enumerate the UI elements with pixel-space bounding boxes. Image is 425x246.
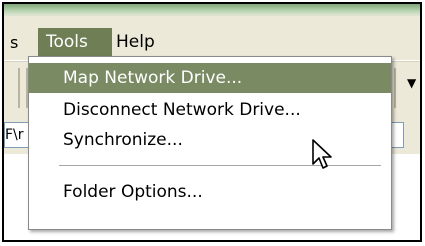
menu-item-synchronize[interactable]: Synchronize... [29,125,391,155]
menu-tools[interactable]: Tools [38,28,112,56]
toolbar-separator-right [394,68,396,108]
menu-item-label: Disconnect Network Drive... [63,100,301,120]
menu-item-label: Map Network Drive... [63,68,243,88]
menu-item-map-network-drive[interactable]: Map Network Drive... [29,63,391,93]
menu-item-label: Folder Options... [63,182,203,202]
views-dropdown-arrow-icon[interactable]: ▼ [407,76,416,90]
menu-help[interactable]: Help [108,28,163,56]
mouse-cursor-icon [312,139,332,169]
menu-item-disconnect-network-drive[interactable]: Disconnect Network Drive... [29,95,391,125]
address-text: F\r [5,127,24,143]
menu-item-folder-options[interactable]: Folder Options... [29,177,391,207]
menu-bar: s Tools Help [4,16,420,61]
title-bar-strip [4,4,420,16]
menu-item-label: Synchronize... [63,130,183,150]
toolbar-separator [18,68,20,108]
menu-fragment: s [10,33,19,52]
explorer-window-crop: s Tools Help ▼ F\r Map Network Drive... … [2,2,422,242]
tools-menu-dropdown: Map Network Drive... Disconnect Network … [28,56,392,230]
